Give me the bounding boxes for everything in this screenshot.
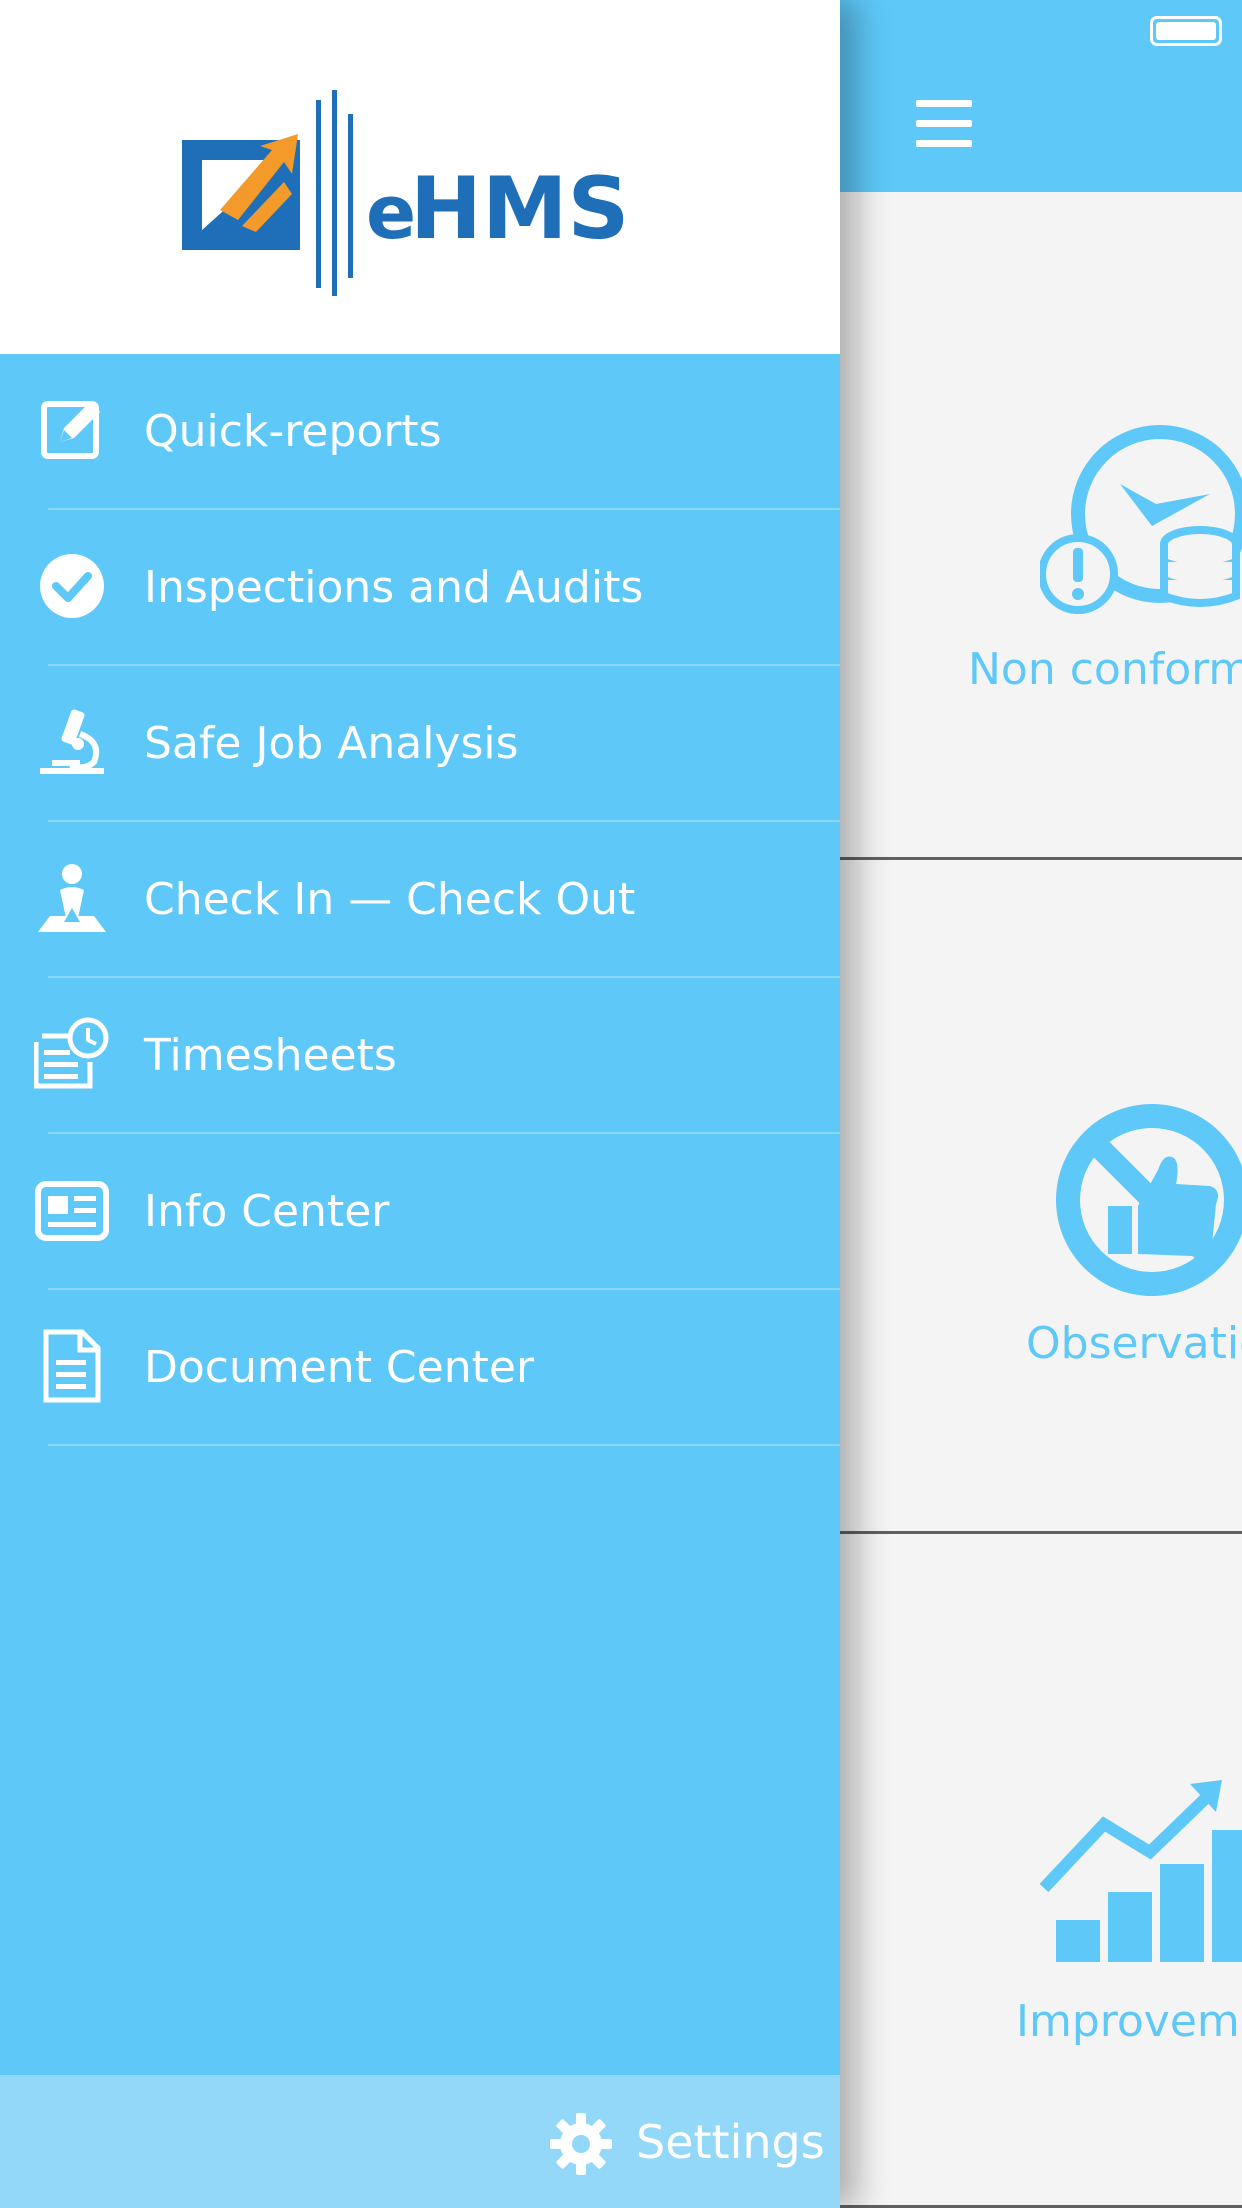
document-icon — [43, 1329, 101, 1403]
menu-item-inspections-audits[interactable]: Inspections and Audits — [0, 510, 840, 666]
microscope-icon — [40, 709, 104, 774]
menu-label: Document Center — [144, 1342, 535, 1393]
no-thumbs-up-icon — [1056, 1104, 1242, 1296]
settings-label: Settings — [636, 2115, 825, 2169]
card-observation[interactable]: Observatio — [840, 866, 1242, 1534]
menu-label: Safe Job Analysis — [144, 718, 519, 769]
timesheet-clock-icon — [34, 1017, 109, 1089]
card-label: Non conforma — [968, 644, 1242, 695]
battery-icon — [1150, 16, 1222, 46]
check-circle-icon — [40, 554, 104, 618]
card-label: Improveme — [1016, 1996, 1242, 2047]
menu-item-document-center[interactable]: Document Center — [0, 1290, 840, 1446]
settings-bar[interactable]: Settings — [0, 2075, 840, 2208]
menu-label: Inspections and Audits — [144, 562, 644, 613]
clock-coins-alert-icon — [1040, 425, 1242, 614]
logo-area: e HMS — [0, 0, 840, 354]
app-screen: Non conforma Observatio Impro — [0, 0, 1242, 2208]
menu-item-safe-job-analysis[interactable]: Safe Job Analysis — [0, 666, 840, 822]
menu-item-info-center[interactable]: Info Center — [0, 1134, 840, 1290]
gear-icon — [550, 2113, 612, 2175]
menu-item-timesheets[interactable]: Timesheets — [0, 978, 840, 1134]
edit-icon — [41, 401, 100, 459]
menu-label: Check In — Check Out — [144, 874, 636, 925]
main-header — [840, 0, 1242, 192]
main-panel: Non conforma Observatio Impro — [840, 0, 1242, 2208]
menu-label: Timesheets — [144, 1030, 397, 1081]
ehms-logo — [182, 90, 353, 296]
hamburger-icon[interactable] — [916, 100, 972, 148]
card-non-conformance[interactable]: Non conforma — [840, 192, 1242, 860]
growth-chart-icon — [1040, 1780, 1242, 1962]
menu-item-quick-reports[interactable]: Quick-reports — [0, 354, 840, 510]
map-pin-person-icon — [38, 864, 106, 932]
navigation-drawer: e HMS Quick-reports Inspections and Audi… — [0, 0, 840, 2208]
card-improvement[interactable]: Improveme — [840, 1540, 1242, 2208]
menu-label: Quick-reports — [144, 406, 442, 457]
menu-item-check-in-check-out[interactable]: Check In — Check Out — [0, 822, 840, 978]
menu-label: Info Center — [144, 1186, 390, 1237]
card-label: Observatio — [1026, 1318, 1242, 1369]
news-icon — [35, 1181, 109, 1241]
